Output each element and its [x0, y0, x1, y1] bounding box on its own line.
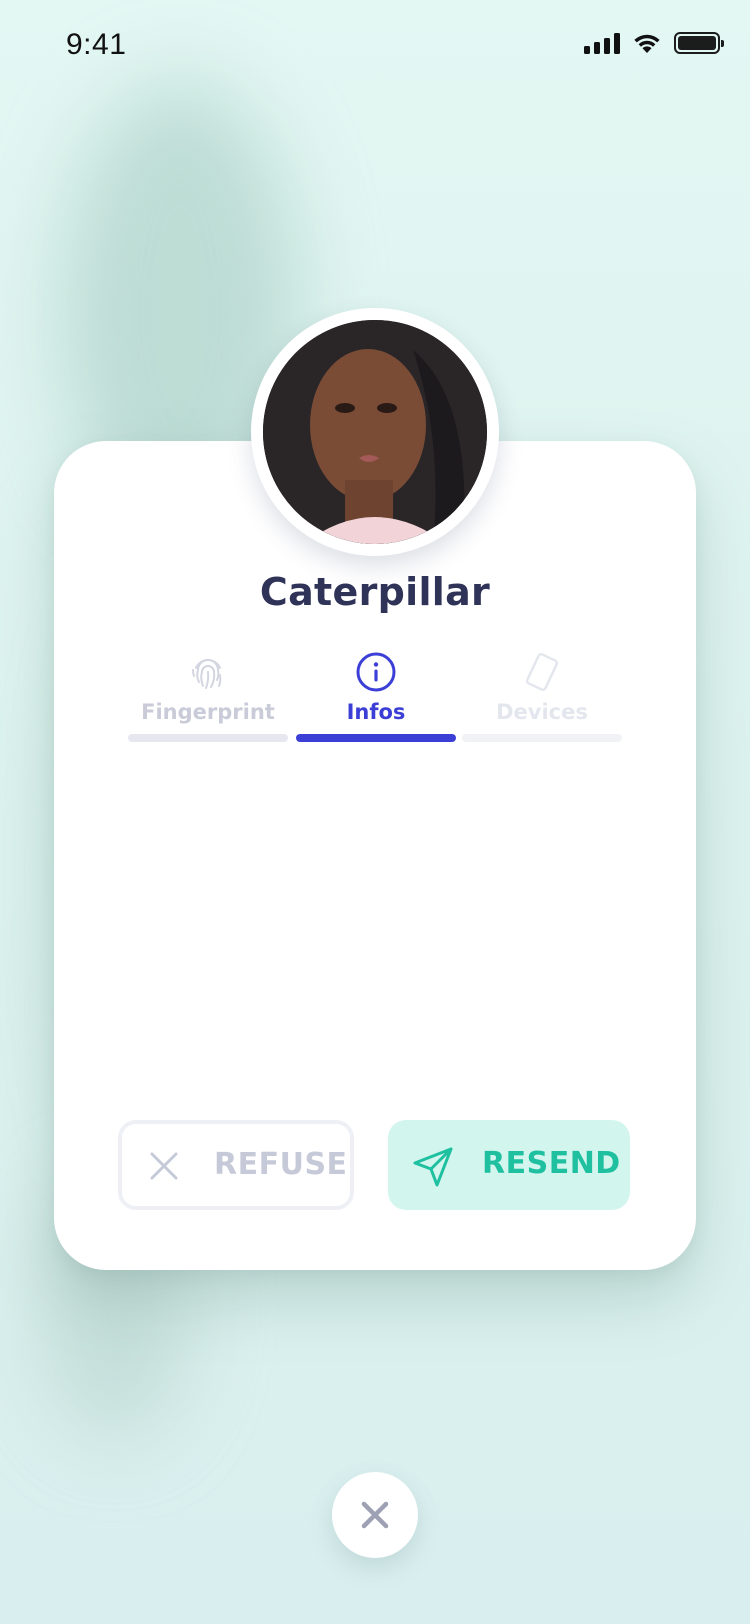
- info-icon: [356, 652, 396, 692]
- tab-indicator-active: [296, 734, 456, 742]
- avatar-frame: [251, 308, 499, 556]
- fingerprint-icon: [191, 659, 222, 689]
- refuse-button[interactable]: REFUSE: [118, 1120, 354, 1210]
- tab-label: Infos: [346, 700, 406, 724]
- tab-infos[interactable]: Infos: [296, 650, 456, 742]
- tab-label: Fingerprint: [141, 700, 275, 724]
- resend-label: RESEND: [482, 1146, 621, 1181]
- profile-name: Caterpillar: [259, 570, 491, 614]
- avatar-portrait: [263, 320, 487, 544]
- tab-devices[interactable]: Devices: [462, 650, 622, 742]
- close-icon: [150, 1152, 178, 1180]
- status-icons: [584, 32, 724, 54]
- refuse-label: REFUSE: [214, 1147, 348, 1182]
- cellular-signal-icon: [584, 32, 620, 54]
- device-icon: [525, 653, 559, 691]
- tab-fingerprint[interactable]: Fingerprint: [128, 650, 288, 742]
- wifi-icon: [634, 34, 660, 53]
- tab-indicator: [128, 734, 288, 742]
- resend-button[interactable]: RESEND: [388, 1120, 630, 1210]
- tab-label: Devices: [496, 700, 588, 724]
- close-icon: [361, 1501, 389, 1529]
- status-bar: 9:41: [0, 0, 750, 96]
- status-time: 9:41: [66, 28, 127, 61]
- tab-bar: Fingerprint Infos Devices: [128, 650, 622, 742]
- dismiss-button[interactable]: [332, 1472, 418, 1558]
- avatar: [263, 320, 487, 544]
- battery-icon: [674, 32, 724, 54]
- tab-indicator: [462, 734, 622, 742]
- send-icon: [413, 1147, 453, 1187]
